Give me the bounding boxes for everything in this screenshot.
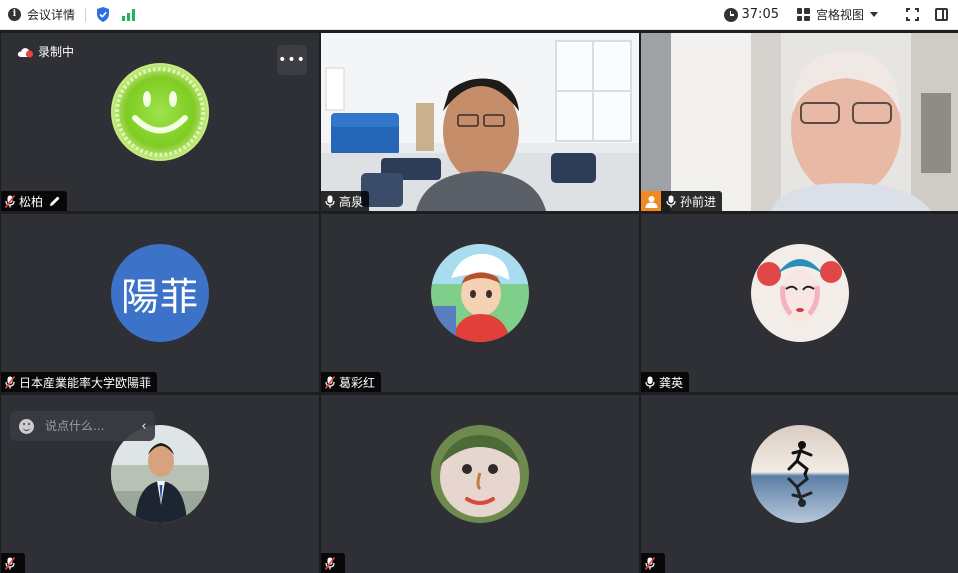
camera-video-feed bbox=[321, 33, 639, 211]
participant-tile[interactable]: 葛彩红 bbox=[321, 214, 639, 392]
participant-tile[interactable]: 陽菲 日本産業能率大学欧陽菲 bbox=[1, 214, 319, 392]
participant-nameplate: 日本産業能率大学欧陽菲 bbox=[1, 372, 158, 392]
participant-tile[interactable] bbox=[641, 395, 958, 573]
mic-muted-icon bbox=[5, 375, 15, 389]
participant-nameplate bbox=[321, 553, 345, 573]
smiley-avatar-image bbox=[111, 63, 209, 161]
participant-name: 孙前进 bbox=[680, 194, 717, 209]
participant-nameplate bbox=[1, 553, 25, 573]
participant-name: 日本産業能率大学欧陽菲 bbox=[19, 375, 152, 390]
recording-indicator: 录制中 bbox=[17, 43, 74, 60]
participant-nameplate: 孙前进 bbox=[641, 191, 723, 211]
emoji-icon[interactable] bbox=[19, 418, 34, 434]
info-icon[interactable]: i bbox=[8, 8, 21, 21]
mic-icon bbox=[645, 376, 655, 388]
stone-face-avatar-image bbox=[431, 425, 529, 523]
top-bar: i 会议详情 37:05 宫格视图 bbox=[0, 0, 958, 30]
participant-nameplate: 松柏 bbox=[1, 191, 68, 211]
chat-input[interactable] bbox=[45, 419, 107, 433]
chevron-down-icon[interactable] bbox=[870, 12, 878, 17]
participant-nameplate bbox=[641, 553, 665, 573]
mic-muted-icon bbox=[325, 375, 335, 389]
top-bar-right: 37:05 宫格视图 bbox=[723, 0, 958, 29]
fullscreen-icon[interactable] bbox=[906, 8, 919, 21]
mic-icon bbox=[666, 195, 676, 207]
recording-cloud-icon bbox=[17, 47, 34, 58]
recording-label: 录制中 bbox=[38, 45, 75, 59]
meeting-detail-link[interactable]: 会议详情 bbox=[27, 6, 75, 23]
meeting-timer: 37:05 bbox=[741, 7, 779, 22]
mic-muted-icon bbox=[645, 556, 655, 570]
anime-boy-avatar-image bbox=[431, 244, 529, 342]
toggle-sidebar-icon[interactable] bbox=[935, 8, 948, 21]
participant-name: 龚英 bbox=[659, 375, 684, 390]
avatar bbox=[431, 244, 529, 342]
participant-tile[interactable] bbox=[321, 395, 639, 573]
more-options-button[interactable]: ••• bbox=[277, 45, 307, 75]
edit-name-icon[interactable] bbox=[49, 195, 61, 207]
avatar bbox=[431, 425, 529, 523]
avatar bbox=[751, 244, 849, 342]
participant-name: 葛彩红 bbox=[339, 375, 376, 390]
chat-input-bar: ‹ bbox=[10, 411, 155, 441]
participant-name: 松柏 bbox=[19, 194, 44, 209]
host-person-icon bbox=[645, 195, 657, 208]
network-signal-icon[interactable] bbox=[122, 8, 136, 21]
participant-grid: 录制中 ••• 松柏 高泉 孙前进 陽菲 日本産業能率大学欧陽菲 葛彩红 龚英 bbox=[0, 33, 958, 573]
participant-tile-active-speaker[interactable]: 高泉 bbox=[321, 33, 639, 211]
chevron-left-icon[interactable]: ‹ bbox=[133, 411, 155, 441]
mic-muted-icon bbox=[325, 556, 335, 570]
security-shield-icon[interactable] bbox=[96, 7, 110, 22]
participant-tile[interactable]: 录制中 ••• 松柏 bbox=[1, 33, 319, 211]
host-badge bbox=[641, 191, 661, 211]
camera-video-feed bbox=[641, 33, 958, 211]
participant-nameplate: 葛彩红 bbox=[321, 372, 382, 392]
runner-avatar-image bbox=[751, 425, 849, 523]
participant-name: 高泉 bbox=[339, 194, 364, 209]
mic-muted-icon bbox=[5, 556, 15, 570]
top-bar-left: i 会议详情 bbox=[0, 6, 136, 23]
mic-muted-icon bbox=[5, 194, 15, 208]
mic-icon bbox=[325, 195, 335, 207]
opera-mask-avatar-image bbox=[751, 244, 849, 342]
participant-tile[interactable]: 龚英 bbox=[641, 214, 958, 392]
participant-tile-host[interactable]: 孙前进 bbox=[641, 33, 958, 211]
participant-nameplate: 高泉 bbox=[321, 191, 370, 211]
participant-nameplate: 龚英 bbox=[641, 372, 690, 392]
divider bbox=[85, 7, 87, 22]
view-mode-button[interactable]: 宫格视图 bbox=[816, 6, 864, 23]
clock-icon bbox=[723, 7, 738, 22]
avatar bbox=[751, 425, 849, 523]
avatar bbox=[111, 63, 209, 161]
avatar: 陽菲 bbox=[111, 244, 209, 342]
grid-view-icon[interactable] bbox=[796, 8, 810, 21]
